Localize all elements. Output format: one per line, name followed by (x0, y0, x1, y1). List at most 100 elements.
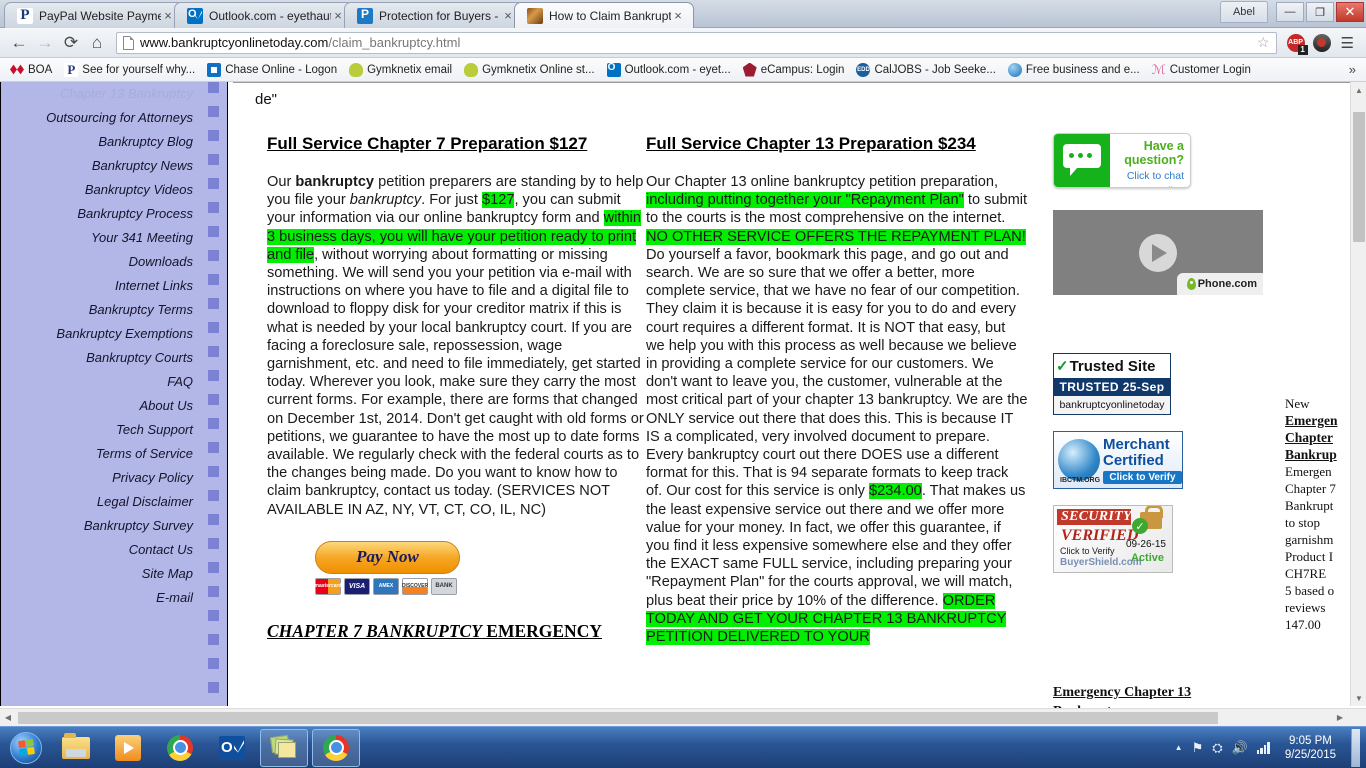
sidebar-item-your-341-meeting[interactable]: Your 341 Meeting (1, 226, 227, 250)
browser-tab-paypal-website-payment[interactable]: PayPal Website Payment D × (4, 2, 184, 28)
sidebar-item-tech-support[interactable]: Tech Support (1, 418, 227, 442)
sidebar-item-site-map[interactable]: Site Map (1, 562, 227, 586)
bookmark-gymknetix-online-store[interactable]: Gymknetix Online st... (458, 61, 600, 79)
sidebar-item-about-us[interactable]: About Us (1, 394, 227, 418)
sidebar-item-legal-disclaimer[interactable]: Legal Disclaimer (1, 490, 227, 514)
emergency-ch13-title-line-1[interactable]: Emergency Chapter 13 (1053, 683, 1253, 702)
bookmarks-overflow-icon[interactable]: » (1343, 62, 1362, 77)
live-chat-widget[interactable]: Have a question? Click to chat live (1053, 133, 1191, 188)
sidebar-item-outsourcing-for-attorneys[interactable]: Outsourcing for Attorneys (1, 106, 227, 130)
bookmark-outlook[interactable]: Outlook.com - eyet... (601, 61, 737, 79)
reload-icon[interactable]: ⟳ (58, 31, 84, 55)
bookmark-chase-online[interactable]: Chase Online - Logon (201, 61, 343, 79)
pay-now-button[interactable]: Pay Now (315, 540, 460, 574)
bookmark-boa[interactable]: BOA (4, 61, 58, 79)
sidebar-item-faq[interactable]: FAQ (1, 370, 227, 394)
merchant-line-2: Certified (1103, 451, 1164, 469)
sidebar-item-bankruptcy-process[interactable]: Bankruptcy Process (1, 202, 227, 226)
vertical-scroll-thumb[interactable] (1353, 112, 1365, 242)
video-player[interactable]: Phone.com (1053, 210, 1263, 295)
browser-tab-how-to-claim-bankruptcy[interactable]: How to Claim Bankruptcy × (514, 2, 694, 28)
sidebar-item-privacy-policy[interactable]: Privacy Policy (1, 466, 227, 490)
bookmark-see-for-yourself[interactable]: See for yourself why... (58, 61, 201, 79)
chrome-menu-icon[interactable]: ☰ (1335, 34, 1360, 52)
amex-icon: AMEX (373, 577, 399, 595)
gymknetix-icon (464, 62, 479, 77)
bookmark-gymknetix-email[interactable]: Gymknetix email (343, 61, 458, 79)
sidebar-item-bankruptcy-news[interactable]: Bankruptcy News (1, 154, 227, 178)
profile-button[interactable]: Abel (1219, 1, 1268, 23)
emergency-heading-italic: CHAPTER 7 BANKRUPTCY (267, 620, 482, 641)
tab-close-icon[interactable]: × (161, 9, 175, 22)
sidebar-item-bankruptcy-terms[interactable]: Bankruptcy Terms (1, 298, 227, 322)
sidebar-item-e-mail[interactable]: E-mail (1, 586, 227, 610)
sidebar-item-contact-us[interactable]: Contact Us (1, 538, 227, 562)
clock[interactable]: 9:05 PM 9/25/2015 (1279, 734, 1342, 762)
bookmark-star-icon[interactable]: ☆ (1257, 34, 1270, 51)
security-verified-badge[interactable]: ✓ SECURITY VERIFIED Click to Verify Buye… (1053, 505, 1173, 573)
taskbar-item-sticky-notes[interactable] (260, 728, 308, 767)
sticky-notes-icon (269, 734, 297, 760)
address-bar[interactable]: www.bankruptcyonlinetoday.com/claim_bank… (116, 31, 1277, 54)
chapter-7-emergency-heading[interactable]: CHAPTER 7 BANKRUPTCY EMERGENCY (267, 621, 645, 642)
screen-recorder-icon[interactable] (1309, 31, 1335, 55)
merchant-verify-button[interactable]: Click to Verify (1103, 470, 1182, 484)
sidebar-dot-pattern (208, 82, 219, 706)
volume-icon[interactable]: 🔊 (1232, 740, 1248, 756)
taskbar-item-chrome-window[interactable] (312, 728, 360, 767)
minimize-button[interactable]: — (1276, 2, 1304, 22)
taskbar-item-windows-media-player[interactable] (104, 729, 152, 767)
outlook-icon (219, 735, 245, 760)
sidebar-item-internet-links[interactable]: Internet Links (1, 274, 227, 298)
sidebar-item-bankruptcy-survey[interactable]: Bankruptcy Survey (1, 514, 227, 538)
sidebar-item-bankruptcy-courts[interactable]: Bankruptcy Courts (1, 346, 227, 370)
scroll-down-icon[interactable]: ▼ (1351, 690, 1366, 706)
merchant-certified-badge[interactable]: IBCTM.ORG Merchant Certified Click to Ve… (1053, 431, 1183, 489)
browser-tab-outlook[interactable]: Outlook.com - eyethautur × (174, 2, 354, 28)
bookmarks-bar: BOA See for yourself why... Chase Online… (0, 58, 1366, 82)
tab-close-icon[interactable]: × (501, 9, 515, 22)
horizontal-scroll-thumb[interactable] (18, 712, 1218, 724)
play-icon[interactable] (1139, 233, 1177, 272)
maximize-button[interactable]: ❐ (1306, 2, 1334, 22)
sidebar-item-bankruptcy-exemptions[interactable]: Bankruptcy Exemptions (1, 322, 227, 346)
vertical-scrollbar[interactable]: ▲ ▼ (1350, 82, 1366, 706)
scroll-up-icon[interactable]: ▲ (1351, 82, 1366, 98)
start-button[interactable] (4, 729, 48, 767)
horizontal-scrollbar[interactable]: ◀ ▶ (0, 708, 1366, 726)
bookmark-caljobs[interactable]: CalJOBS - Job Seeke... (850, 61, 1001, 79)
tab-close-icon[interactable]: × (671, 9, 685, 22)
close-button[interactable]: ✕ (1336, 2, 1364, 22)
browser-tab-protection-for-buyers[interactable]: Protection for Buyers - Pa × (344, 2, 524, 28)
tray-overflow-icon[interactable]: ▲ (1175, 743, 1183, 752)
scroll-right-icon[interactable]: ▶ (1332, 709, 1348, 726)
taskbar-item-windows-explorer[interactable] (52, 729, 100, 767)
taskbar-item-google-chrome[interactable] (156, 729, 204, 767)
sidebar-item-bankruptcy-videos[interactable]: Bankruptcy Videos (1, 178, 227, 202)
tab-strip: PayPal Website Payment D × Outlook.com -… (0, 0, 1366, 28)
bookmark-ecampus-login[interactable]: eCampus: Login (737, 61, 851, 79)
tab-close-icon[interactable]: × (331, 9, 345, 22)
forward-icon[interactable]: → (32, 31, 58, 55)
sidebar-item-downloads[interactable]: Downloads (1, 250, 227, 274)
trusted-site-badge[interactable]: ✓ Trusted Site TRUSTED 25-Sep bankruptcy… (1053, 353, 1171, 415)
chapter-13-heading: Full Service Chapter 13 Preparation $234 (646, 134, 976, 153)
back-icon[interactable]: ← (6, 31, 32, 55)
sidebar-item-bankruptcy-blog[interactable]: Bankruptcy Blog (1, 130, 227, 154)
sidebar-item-chapter-13-bankruptcy[interactable]: Chapter 13 Bankruptcy (1, 82, 227, 106)
scroll-left-icon[interactable]: ◀ (0, 709, 16, 726)
bookmark-free-business[interactable]: Free business and e... (1002, 61, 1146, 79)
chat-cta[interactable]: Click to chat live (1114, 169, 1184, 187)
action-center-icon[interactable]: ⛭ (1212, 740, 1222, 756)
chapter-7-body: Our bankruptcy petition preparers are st… (267, 173, 645, 519)
flag-icon[interactable]: ⚑ (1192, 740, 1204, 756)
folder-icon (62, 732, 90, 759)
taskbar-item-outlook[interactable] (208, 729, 256, 767)
windows-logo-icon (10, 731, 42, 764)
network-signal-icon[interactable] (1256, 741, 1270, 754)
home-icon[interactable]: ⌂ (84, 31, 110, 55)
sidebar-item-terms-of-service[interactable]: Terms of Service (1, 442, 227, 466)
adblock-plus-icon[interactable]: ABP 1 (1283, 31, 1309, 55)
show-desktop-button[interactable] (1351, 728, 1360, 767)
bookmark-customer-login[interactable]: Customer Login (1146, 61, 1257, 79)
